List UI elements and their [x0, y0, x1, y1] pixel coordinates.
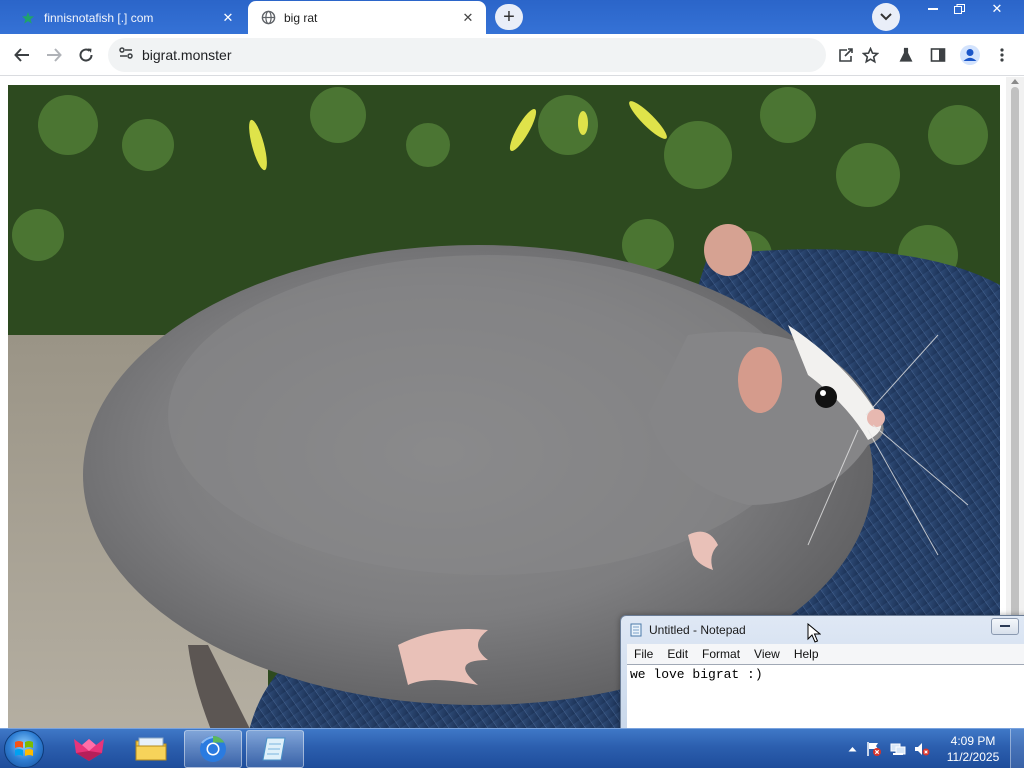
browser-toolbar: bigrat.monster [0, 34, 1024, 76]
bookmark-button[interactable] [856, 41, 884, 69]
taskbar-file-explorer[interactable] [122, 730, 180, 768]
tab-big-rat[interactable]: big rat ✕ [248, 1, 486, 34]
address-bar[interactable]: bigrat.monster [108, 38, 826, 72]
clock-time: 4:09 PM [950, 734, 996, 748]
close-tab-icon[interactable]: ✕ [220, 10, 236, 26]
back-button[interactable] [8, 41, 36, 69]
menu-help[interactable]: Help [787, 647, 826, 661]
origami-cat-icon [74, 739, 104, 761]
new-tab-button[interactable]: + [495, 4, 523, 30]
tab-title: big rat [284, 10, 318, 25]
green-star-favicon-icon [20, 10, 36, 26]
flask-icon [899, 47, 913, 62]
action-center-flag-icon[interactable] [866, 741, 882, 757]
notepad-titlebar[interactable]: Untitled - Notepad [621, 616, 1024, 643]
windows-logo-icon [15, 741, 33, 756]
tab-finnisnotafish[interactable]: finnisnotafish [.] com ✕ [8, 1, 246, 34]
close-window-button[interactable]: ✕ [980, 0, 1014, 18]
reload-button[interactable] [72, 41, 100, 69]
side-panel-icon [930, 48, 946, 62]
menu-file[interactable]: File [627, 647, 660, 661]
extensions-button[interactable] [892, 41, 920, 69]
notepad-text-area[interactable]: we love bigrat :) [627, 664, 1024, 736]
star-icon [861, 46, 879, 63]
side-panel-button[interactable] [924, 41, 952, 69]
volume-muted-icon[interactable] [914, 741, 930, 757]
network-status-icon[interactable] [890, 741, 906, 757]
folder-icon [135, 737, 167, 761]
desktop: finnisnotafish [.] com ✕ big rat ✕ + ✕ b… [0, 0, 1024, 768]
arrow-right-icon [47, 48, 62, 62]
notepad-window: Untitled - Notepad File Edit Format View… [620, 615, 1024, 736]
notepad-app-icon [262, 737, 286, 761]
menu-edit[interactable]: Edit [660, 647, 695, 661]
taskbar-notepad[interactable] [246, 730, 304, 768]
taskbar-clock[interactable]: 4:09 PM 11/2/2025 [938, 733, 1008, 765]
forward-button[interactable] [40, 41, 68, 69]
system-tray: 4:09 PM 11/2/2025 [840, 729, 1024, 768]
arrow-left-icon [14, 48, 29, 62]
menu-format[interactable]: Format [695, 647, 747, 661]
notepad-title: Untitled - Notepad [649, 622, 746, 637]
mouse-cursor-icon [807, 623, 821, 643]
reload-icon [79, 48, 93, 62]
taskbar: 4:09 PM 11/2/2025 [0, 728, 1024, 768]
restore-window-button[interactable] [946, 0, 972, 18]
avatar-icon [960, 45, 980, 65]
tab-search-button[interactable] [872, 3, 900, 31]
menu-button[interactable] [988, 41, 1016, 69]
url-text: bigrat.monster [142, 47, 232, 63]
chrome-icon [200, 735, 226, 762]
clock-date: 11/2/2025 [946, 750, 1000, 764]
start-button[interactable] [4, 730, 44, 768]
chevron-down-icon [880, 13, 892, 21]
taskbar-chrome[interactable] [184, 730, 242, 768]
close-tab-icon[interactable]: ✕ [460, 10, 476, 26]
tab-title: finnisnotafish [.] com [44, 10, 154, 25]
site-info-icon[interactable] [118, 45, 134, 66]
notepad-icon [630, 623, 642, 636]
tab-strip: finnisnotafish [.] com ✕ big rat ✕ + ✕ [0, 0, 1024, 34]
scrollbar-thumb[interactable] [1011, 87, 1019, 697]
scroll-up-arrow-icon[interactable] [1011, 79, 1019, 84]
profile-button[interactable] [956, 41, 984, 69]
taskbar-origami-cat-app[interactable] [60, 730, 118, 768]
show-hidden-icons-button[interactable] [844, 741, 860, 757]
globe-icon [260, 10, 276, 26]
chevron-up-icon [848, 747, 856, 752]
notepad-minimize-button[interactable] [991, 618, 1019, 635]
show-desktop-button[interactable] [1010, 729, 1024, 768]
notepad-menubar: File Edit Format View Help [627, 644, 1024, 664]
kebab-menu-icon [1000, 48, 1004, 62]
menu-view[interactable]: View [747, 647, 787, 661]
share-icon [839, 48, 853, 62]
minimize-window-button[interactable] [920, 0, 946, 18]
